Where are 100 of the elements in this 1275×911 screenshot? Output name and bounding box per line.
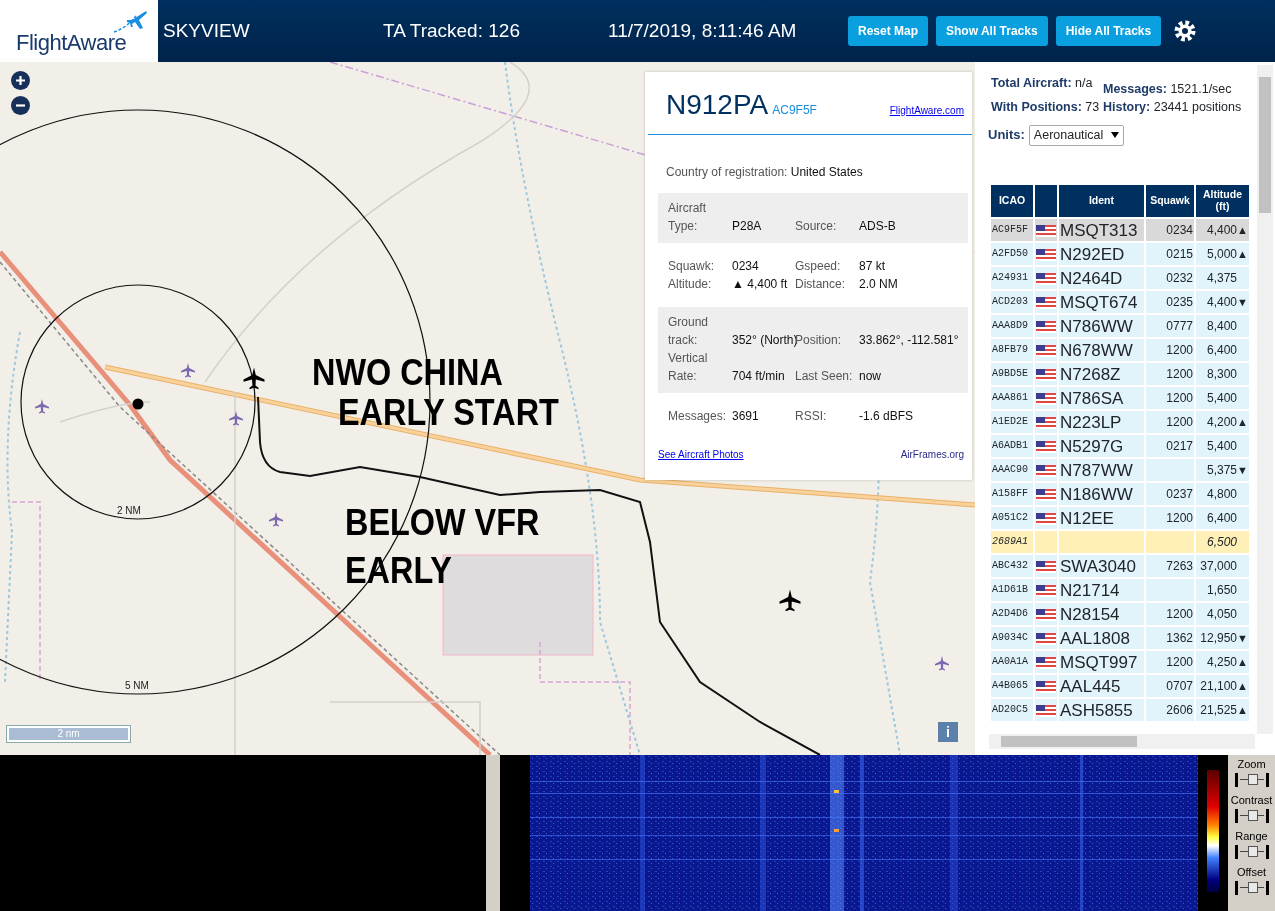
slider-label: Zoom <box>1237 757 1266 771</box>
detail-label: Squawk: <box>668 258 716 275</box>
detail-value: 704 ft/min <box>732 368 786 385</box>
table-row[interactable]: A6ADB1 N5297G 0217 5,400 <box>991 435 1249 457</box>
trend-arrow: ▲ <box>1237 248 1248 260</box>
detail-value: 87 kt <box>859 258 886 275</box>
scale-bar: 2 nm <box>7 726 130 742</box>
column-header <box>1035 185 1057 217</box>
trend-arrow: ▼ <box>1237 632 1248 644</box>
offset-slider[interactable] <box>1234 881 1269 895</box>
table-row[interactable]: A9034C AAL1808 1362 12,950▼ <box>991 627 1249 649</box>
altitude-cell: 6,500 <box>1206 536 1237 548</box>
icao-cell: AAA8D9 <box>992 320 1028 331</box>
altitude-cell: 5,000 <box>1206 248 1237 260</box>
icao-cell: A051C2 <box>992 512 1028 523</box>
altitude-cell: 6,400 <box>1206 344 1237 356</box>
detail-value: ▲ 4,400 ft <box>732 276 789 293</box>
table-row[interactable]: AC9F5F MSQT313 0234 4,400▲ <box>991 219 1249 241</box>
column-header[interactable]: Squawk <box>1146 185 1194 217</box>
plane-icon[interactable] <box>243 367 265 390</box>
units-dropdown[interactable]: Aeronautical <box>1028 124 1125 146</box>
range-label: 5 NM <box>125 680 149 691</box>
vertical-scrollbar[interactable] <box>1257 65 1273 734</box>
flightaware-link[interactable]: FlightAware.com <box>889 103 964 118</box>
altitude-cell: 5,375 <box>1206 464 1237 476</box>
detail-value: 352° (North) <box>732 332 795 349</box>
zoom-slider[interactable] <box>1234 773 1269 787</box>
table-row[interactable]: A1ED2E N223LP 1200 4,200▲ <box>991 411 1249 433</box>
table-row[interactable]: A4B065 AAL445 0707 21,100▲ <box>991 675 1249 697</box>
icao-cell: AD20C5 <box>992 704 1028 715</box>
aircraft-photos-link[interactable]: See Aircraft Photos <box>658 447 744 462</box>
column-header[interactable]: Altitude (ft) <box>1196 185 1249 217</box>
trend-arrow: ▲ <box>1237 704 1248 716</box>
altitude-cell: 4,800 <box>1206 488 1237 500</box>
altitude-cell: 4,400 <box>1206 224 1237 236</box>
table-row[interactable]: A8FB79 N678WW 1200 6,400 <box>991 339 1249 361</box>
contrast-slider[interactable] <box>1234 809 1269 823</box>
table-row[interactable]: A1D61B N21714 1,650 <box>991 579 1249 601</box>
squawk-cell: 1362 <box>1166 631 1193 645</box>
table-row[interactable]: A051C2 N12EE 1200 6,400 <box>991 507 1249 529</box>
detail-value: now <box>859 368 882 385</box>
stat-label: With Positions: <box>991 100 1083 115</box>
table-row[interactable]: A24931 N2464D 0232 4,375 <box>991 267 1249 289</box>
icao-cell: AC9F5F <box>992 224 1028 235</box>
squawk-cell: 7263 <box>1166 559 1193 573</box>
ident-cell: N787WW <box>1060 460 1133 480</box>
squawk-cell: 0707 <box>1166 679 1193 693</box>
airframes-link[interactable]: AirFrames.org <box>900 447 964 462</box>
table-row[interactable]: ABC432 SWA3040 7263 37,000 <box>991 555 1249 577</box>
country-value: United States <box>790 165 863 179</box>
caret-icon <box>1111 132 1120 139</box>
table-row[interactable]: AAA8D9 N786WW 0777 8,400 <box>991 315 1249 337</box>
squawk-cell: 1200 <box>1166 607 1193 621</box>
logo-text: FlightAware <box>16 29 127 57</box>
app-title: SKYVIEW <box>162 18 251 43</box>
table-row[interactable]: 2689A1 6,500 <box>991 531 1249 553</box>
altitude-cell: 8,400 <box>1206 320 1237 332</box>
squawk-cell: 2606 <box>1166 703 1193 717</box>
altitude-cell: 4,050 <box>1206 608 1237 620</box>
icao-cell: A2FD50 <box>992 248 1028 259</box>
icao-cell: A9034C <box>992 632 1028 643</box>
info-button[interactable]: i <box>938 722 958 742</box>
settings-icon[interactable] <box>1173 19 1198 43</box>
table-row[interactable]: ACD203 MSQT674 0235 4,400▼ <box>991 291 1249 313</box>
altitude-cell: 6,400 <box>1206 512 1237 524</box>
icao-cell: ABC432 <box>992 560 1028 571</box>
ident-cell: AAL445 <box>1060 676 1121 696</box>
squawk-cell: 0777 <box>1166 319 1193 333</box>
plane-icon[interactable] <box>779 589 801 612</box>
table-row[interactable]: A9BD5E N7268Z 1200 8,300 <box>991 363 1249 385</box>
icao-cell: A158FF <box>992 488 1028 499</box>
table-row[interactable]: AAAC90 N787WW 5,375▼ <box>991 459 1249 481</box>
column-header[interactable]: ICAO <box>991 185 1033 217</box>
ident-cell: N786SA <box>1060 388 1124 408</box>
squawk-cell: 0232 <box>1166 271 1193 285</box>
table-row[interactable]: A2FD50 N292ED 0215 5,000▲ <box>991 243 1249 265</box>
table-row[interactable]: AD20C5 ASH5855 2606 21,525▲ <box>991 699 1249 721</box>
altitude-cell: 8,300 <box>1206 368 1237 380</box>
range-label: 2 NM <box>117 505 141 516</box>
table-row[interactable]: AAA861 N786SA 1200 5,400 <box>991 387 1249 409</box>
table-row[interactable]: A2D4D6 N28154 1200 4,050 <box>991 603 1249 625</box>
horizontal-scrollbar[interactable] <box>989 734 1255 749</box>
table-row[interactable]: A158FF N186WW 0237 4,800 <box>991 483 1249 505</box>
detail-value: ADS-B <box>859 218 897 235</box>
squawk-cell: 0237 <box>1166 487 1193 501</box>
stat-label: Total Aircraft: <box>991 76 1073 90</box>
icao-cell: AA0A1A <box>992 656 1028 667</box>
detail-label: RSSI: <box>795 408 828 425</box>
range-slider[interactable] <box>1234 845 1269 859</box>
slider-label: Contrast <box>1230 793 1273 807</box>
trend-arrow: ▲ <box>1237 680 1248 692</box>
icao-cell: AAA861 <box>992 392 1028 403</box>
squawk-cell: 1200 <box>1166 367 1193 381</box>
icao-cell: A24931 <box>992 272 1028 283</box>
ident-cell: N21714 <box>1060 580 1120 600</box>
icao-cell: A4B065 <box>992 680 1028 691</box>
table-row[interactable]: AA0A1A MSQT997 1200 4,250▲ <box>991 651 1249 673</box>
column-header[interactable]: Ident <box>1059 185 1144 217</box>
detail-value: 33.862°, -112.581° <box>859 332 959 349</box>
squawk-cell: 0234 <box>1166 223 1193 237</box>
